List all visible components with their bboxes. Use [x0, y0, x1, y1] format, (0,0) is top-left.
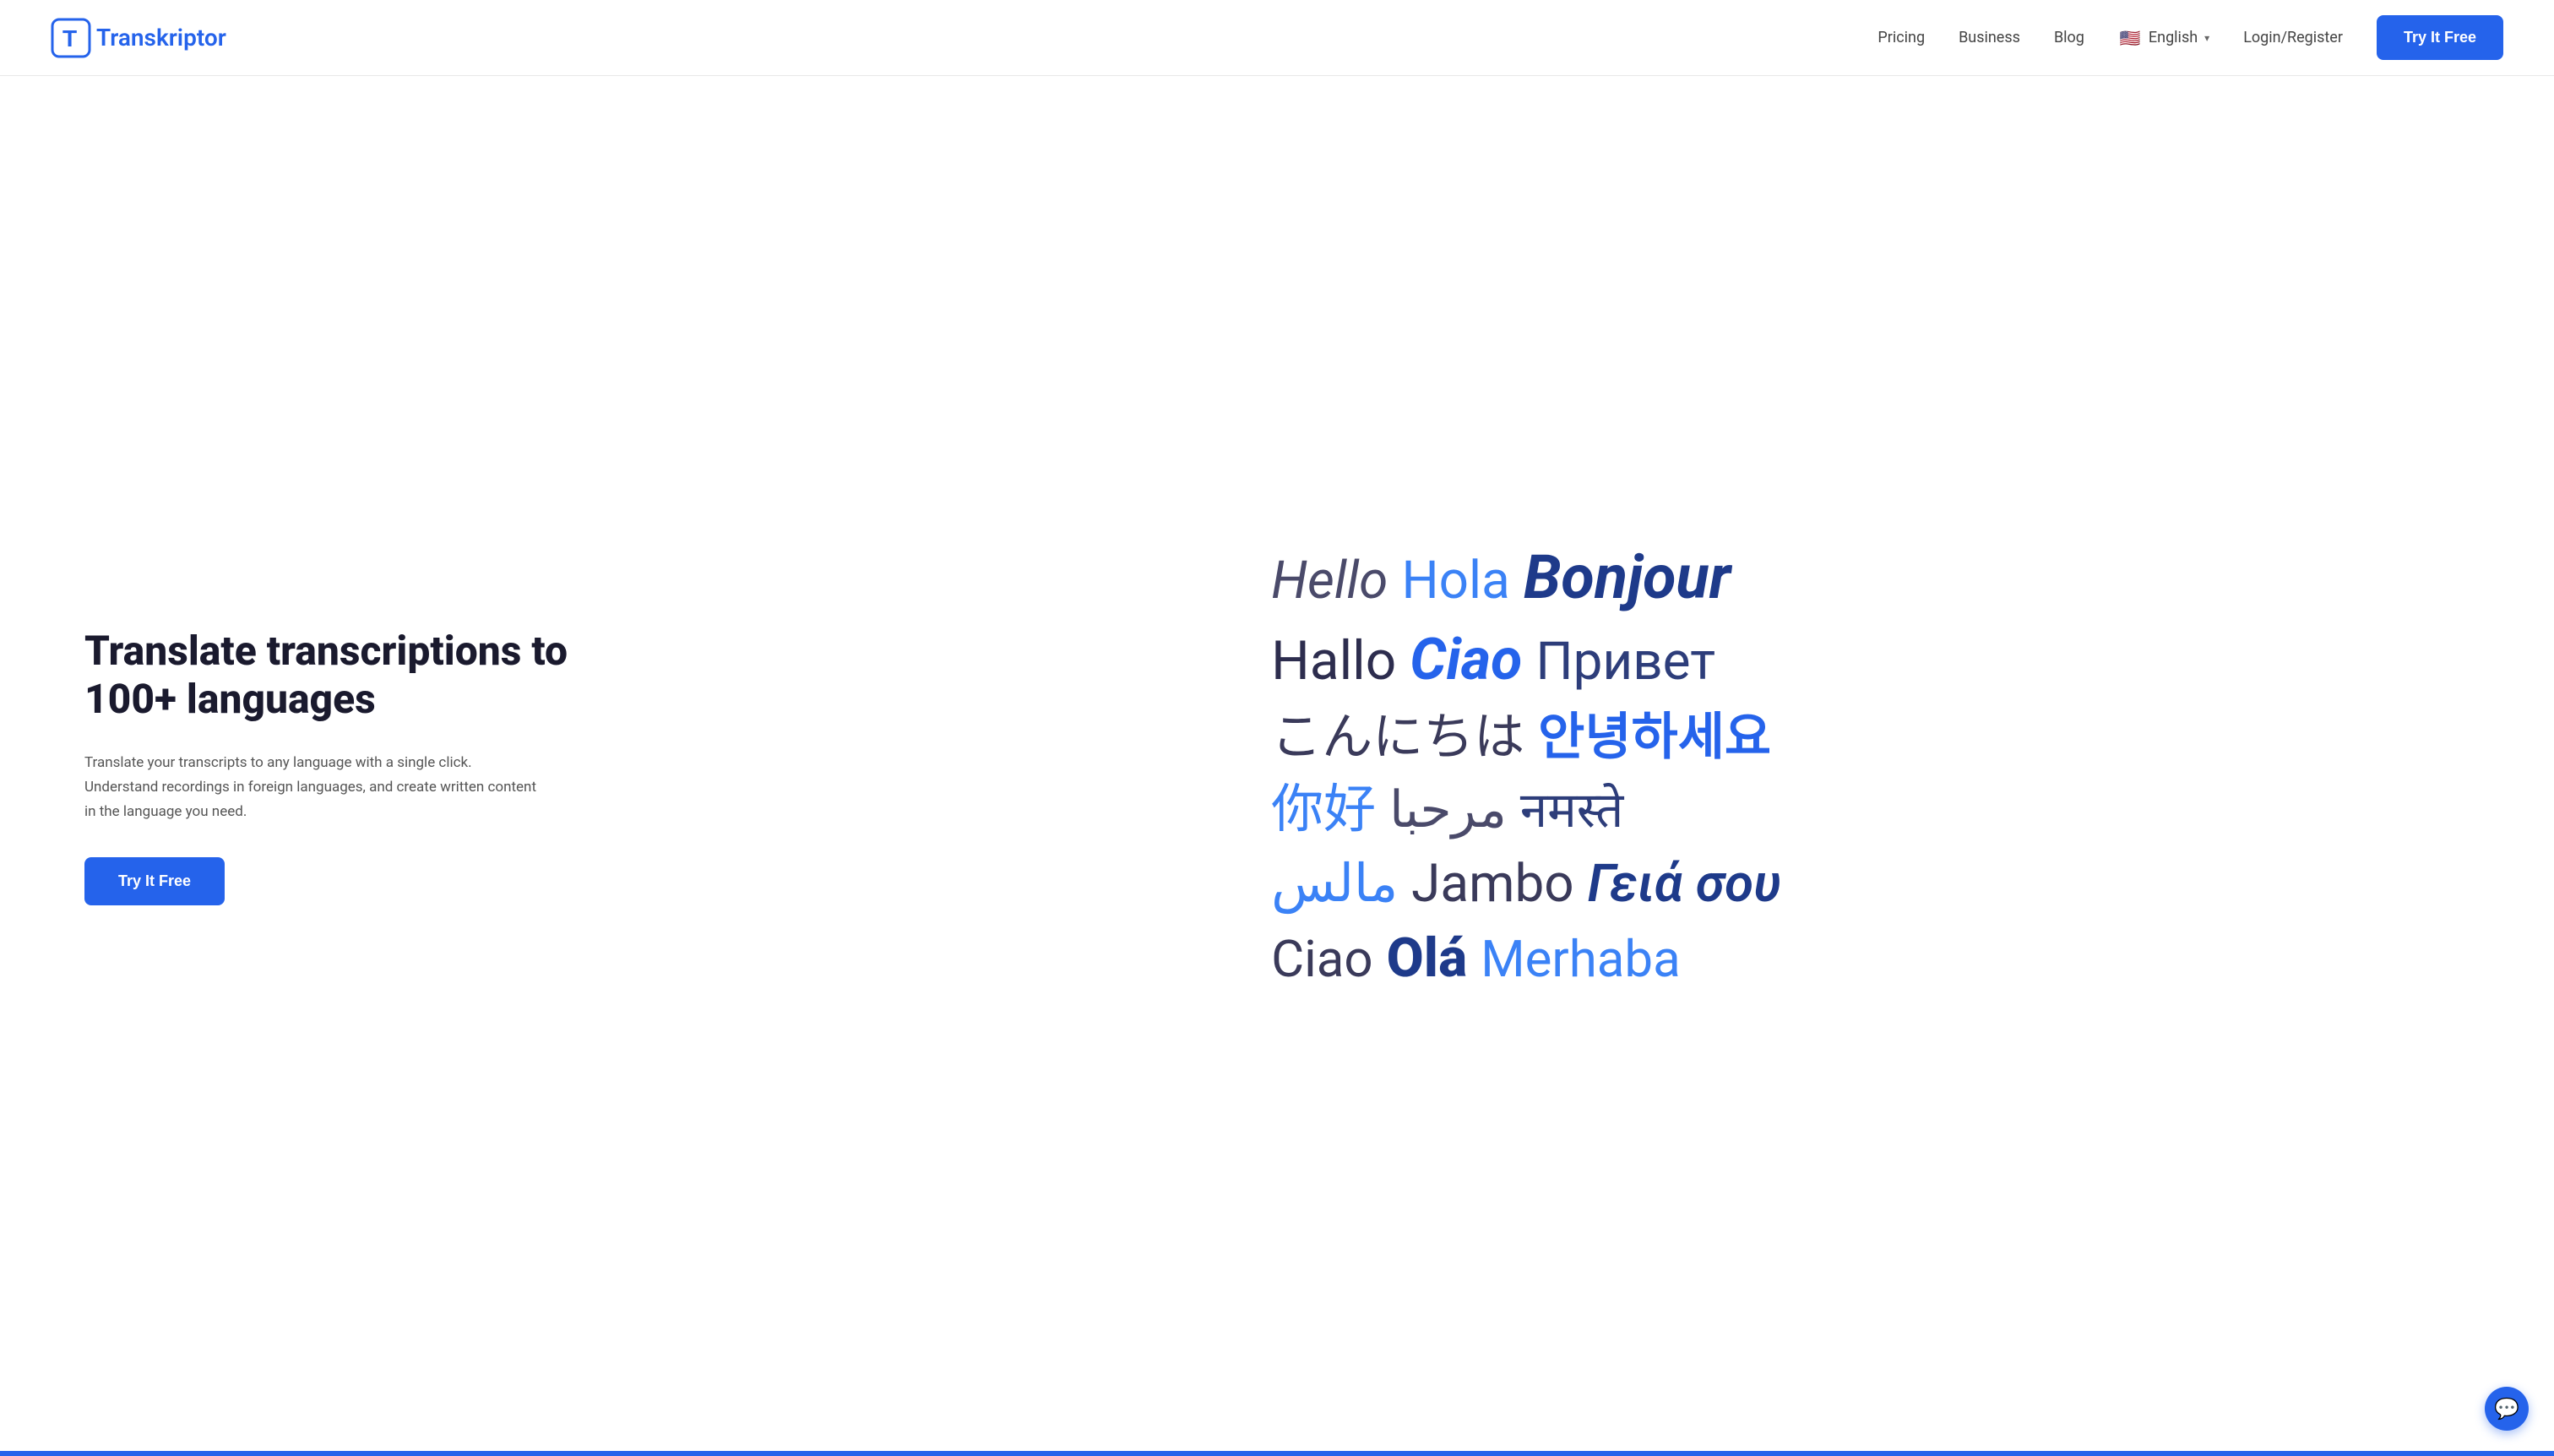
logo-icon: T	[51, 18, 91, 58]
chevron-down-icon: ▾	[2204, 32, 2209, 44]
nav-blog[interactable]: Blog	[2054, 29, 2084, 46]
lang-row-3: こんにちは 안녕하세요	[1271, 703, 1781, 771]
logo-text: Transkriptor	[96, 24, 226, 52]
nav-business[interactable]: Business	[1959, 29, 2020, 46]
word-ciao: Ciao	[1410, 622, 1522, 699]
word-hola: Hola	[1401, 546, 1509, 617]
word-jambo: Jambo	[1411, 849, 1573, 920]
word-merhaba: Merhaba	[1481, 925, 1681, 993]
word-privet: Привет	[1535, 627, 1715, 698]
word-namaste: नमस्ते	[1520, 778, 1624, 844]
hero-title: Translate transcriptions to 100+ languag…	[84, 627, 608, 724]
logo-rest: ranskriptor	[110, 24, 226, 52]
login-register-link[interactable]: Login/Register	[2243, 29, 2343, 46]
word-yiasou: Γειά σου	[1588, 849, 1781, 920]
word-salam: مالس	[1271, 849, 1398, 920]
word-bonjour: Bonjour	[1524, 536, 1731, 618]
bottom-bar	[0, 1451, 2554, 1456]
hero-left: Translate transcriptions to 100+ languag…	[84, 627, 608, 906]
word-annyeong: 안녕하세요	[1538, 703, 1771, 771]
nav-pricing[interactable]: Pricing	[1877, 29, 1925, 46]
lang-row-5: مالس Jambo Γειά σου	[1271, 849, 1781, 920]
navbar: T Transkriptor Pricing Business Blog 🇺🇸 …	[0, 0, 2554, 76]
flag-icon: 🇺🇸	[2118, 30, 2142, 46]
try-free-hero-button[interactable]: Try It Free	[84, 857, 225, 905]
svg-text:T: T	[62, 25, 77, 52]
hero-right: Hello Hola Bonjour Hallo Ciao Привет こんに…	[1237, 536, 2486, 996]
hero-subtitle: Translate your transcripts to any langua…	[84, 751, 541, 824]
lang-row-2: Hallo Ciao Привет	[1271, 622, 1781, 699]
try-free-nav-button[interactable]: Try It Free	[2377, 15, 2503, 60]
logo[interactable]: T Transkriptor	[51, 18, 226, 58]
hero-section: Translate transcriptions to 100+ languag…	[0, 76, 2554, 1456]
chat-bubble[interactable]: 💬	[2485, 1387, 2529, 1431]
lang-row-6: Ciao Olá Merhaba	[1271, 922, 1781, 995]
word-konnichiwa: こんにちは	[1271, 703, 1524, 771]
word-hello: Hello	[1271, 546, 1388, 617]
language-selector[interactable]: 🇺🇸 English ▾	[2118, 29, 2209, 46]
language-cloud: Hello Hola Bonjour Hallo Ciao Привет こんに…	[1271, 536, 1781, 996]
word-ciao2: Ciao	[1271, 925, 1373, 993]
language-label: English	[2149, 29, 2198, 46]
logo-t: T	[96, 24, 110, 52]
word-nihao: 你好	[1271, 774, 1376, 845]
nav-links: Pricing Business Blog 🇺🇸 English ▾ Login…	[1877, 15, 2503, 60]
lang-row-1: Hello Hola Bonjour	[1271, 536, 1781, 618]
lang-row-4: 你好 مرحبا नमस्ते	[1271, 774, 1781, 845]
word-arabic-marhaba: مرحبا	[1389, 775, 1507, 844]
word-ola: Olá	[1387, 922, 1468, 995]
word-hallo: Hallo	[1271, 625, 1396, 698]
chat-icon: 💬	[2494, 1397, 2519, 1421]
